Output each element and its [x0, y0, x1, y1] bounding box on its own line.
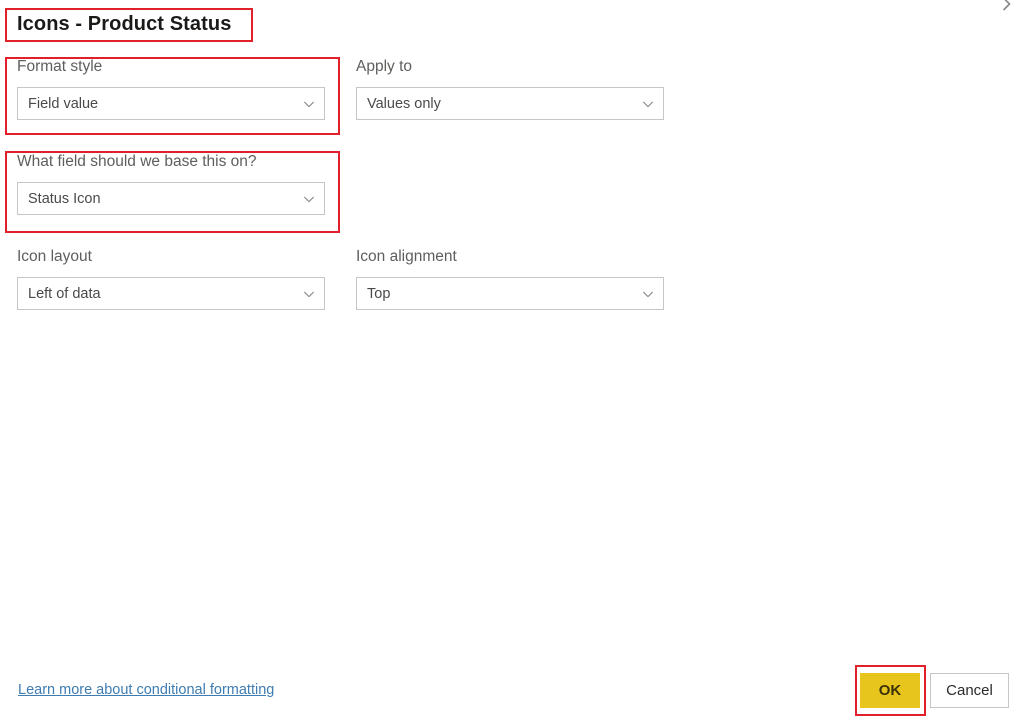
chevron-down-icon: [633, 287, 663, 301]
field-label-format-style: Format style: [17, 58, 103, 75]
cancel-button[interactable]: Cancel: [930, 673, 1009, 708]
field-label-apply-to: Apply to: [356, 58, 413, 75]
field-row: What field should we base this on? Statu…: [0, 153, 1024, 248]
icon-layout-value: Left of data: [28, 285, 101, 302]
chevron-down-icon: [294, 287, 324, 301]
field-base-field: What field should we base this on? Statu…: [17, 153, 325, 215]
field-row: Format style Field value Apply to Values…: [0, 58, 1024, 153]
field-format-style: Format style Field value: [17, 58, 325, 120]
format-style-value: Field value: [28, 95, 99, 112]
chevron-down-icon: [294, 192, 324, 206]
learn-more-link[interactable]: Learn more about conditional formatting: [18, 682, 274, 698]
conditional-formatting-dialog: Icons - Product Status Format style Fiel…: [0, 0, 1024, 724]
ok-button[interactable]: OK: [860, 673, 920, 708]
apply-to-dropdown[interactable]: Values only: [356, 87, 664, 120]
page-title: Icons - Product Status: [17, 13, 232, 35]
icon-layout-dropdown[interactable]: Left of data: [17, 277, 325, 310]
base-field-dropdown[interactable]: Status Icon: [17, 182, 325, 215]
field-label-icon-layout: Icon layout: [17, 248, 92, 265]
chevron-down-icon: [294, 97, 324, 111]
chevron-right-icon[interactable]: [994, 0, 1020, 17]
field-label-base-field: What field should we base this on?: [17, 153, 257, 170]
field-apply-to: Apply to Values only: [356, 58, 664, 120]
format-style-dropdown[interactable]: Field value: [17, 87, 325, 120]
icon-alignment-value: Top: [367, 285, 391, 302]
base-field-value: Status Icon: [28, 190, 101, 207]
field-icon-alignment: Icon alignment Top: [356, 248, 664, 310]
field-label-icon-alignment: Icon alignment: [356, 248, 457, 265]
icon-alignment-dropdown[interactable]: Top: [356, 277, 664, 310]
field-icon-layout: Icon layout Left of data: [17, 248, 325, 310]
field-row: Icon layout Left of data Icon alignment …: [0, 248, 1024, 343]
chevron-down-icon: [633, 97, 663, 111]
form-area: Format style Field value Apply to Values…: [0, 58, 1024, 343]
apply-to-value: Values only: [367, 95, 441, 112]
